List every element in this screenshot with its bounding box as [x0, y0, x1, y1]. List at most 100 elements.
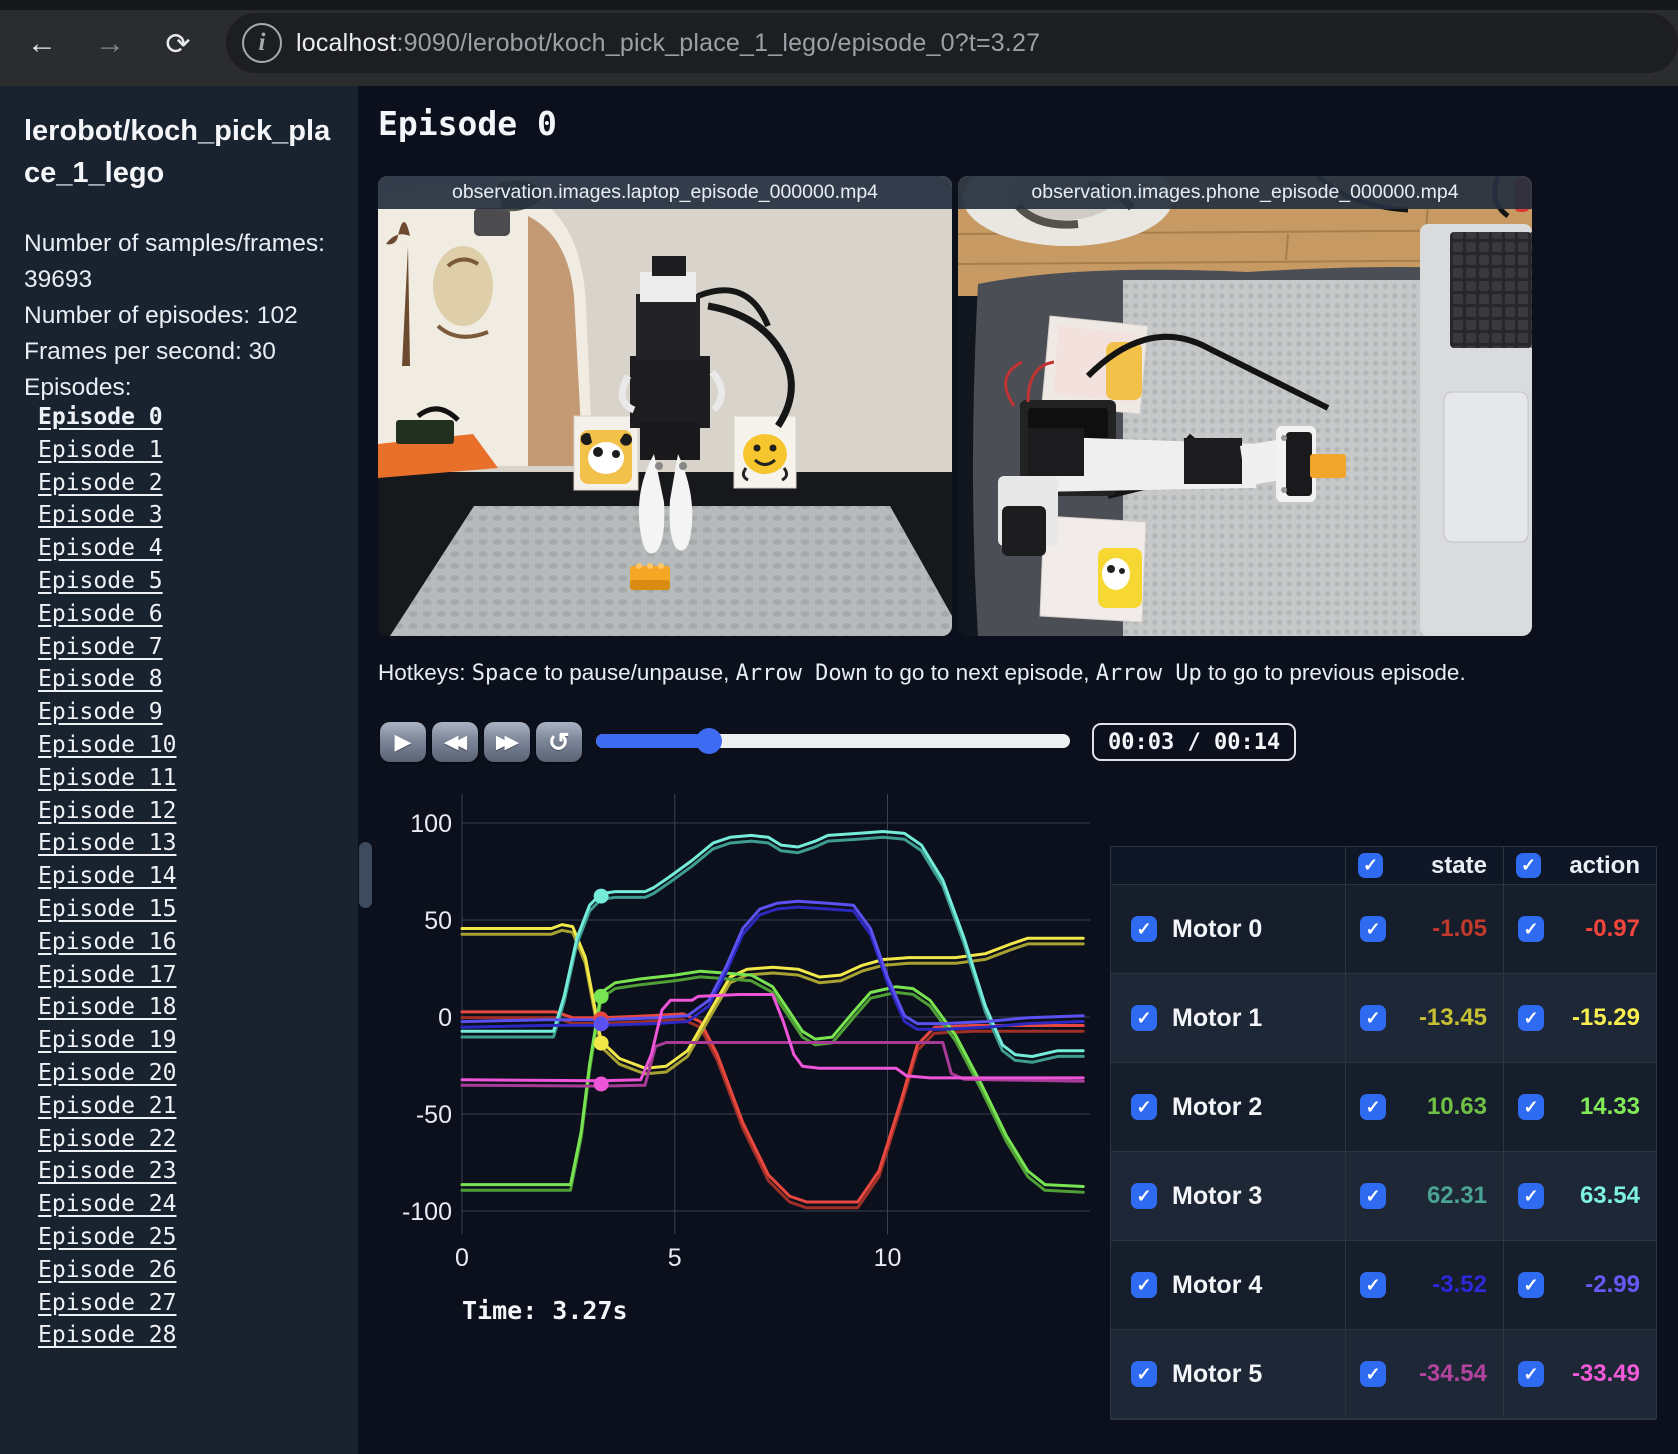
- checkbox[interactable]: ✓: [1131, 1272, 1157, 1298]
- checkbox[interactable]: ✓: [1518, 1361, 1544, 1387]
- episode-list: Episode 0 Episode 1 Episode 2 Episode 3 Epis…: [38, 404, 338, 1355]
- episode-link[interactable]: Episode 10: [38, 732, 338, 765]
- episode-link[interactable]: Episode 28: [38, 1322, 338, 1355]
- motor-state-cell: ✓ -3.52: [1346, 1241, 1504, 1330]
- episode-link[interactable]: Episode 21: [38, 1093, 338, 1126]
- video-title-laptop: observation.images.laptop_episode_000000…: [378, 176, 952, 209]
- motor-name-cell: ✓ Motor 3: [1111, 1152, 1346, 1241]
- episode-link[interactable]: Episode 14: [38, 863, 338, 896]
- fast-forward-button[interactable]: ▶▶: [484, 722, 530, 762]
- current-time-marker: [593, 988, 609, 1004]
- checkbox[interactable]: ✓: [1131, 916, 1157, 942]
- checkbox[interactable]: ✓: [1360, 1361, 1386, 1387]
- episode-link[interactable]: Episode 0: [38, 404, 338, 437]
- seek-slider[interactable]: [596, 728, 1070, 754]
- chart-time-label: Time: 3.27s: [462, 1296, 628, 1325]
- episode-link[interactable]: Episode 1: [38, 437, 338, 470]
- motor-state-cell: ✓ -13.45: [1346, 974, 1504, 1063]
- episode-link[interactable]: Episode 17: [38, 962, 338, 995]
- episode-link[interactable]: Episode 24: [38, 1191, 338, 1224]
- checkbox[interactable]: ✓: [1131, 1094, 1157, 1120]
- dataset-title: lerobot/koch_pick_place_1_lego: [24, 115, 331, 190]
- y-axis-tick: -50: [416, 1101, 452, 1129]
- motor-state-cell: ✓ -1.05: [1346, 885, 1504, 974]
- browser-back-icon[interactable]: ←: [20, 22, 64, 66]
- action-value: -2.99: [1585, 1271, 1640, 1298]
- video-laptop-camera[interactable]: observation.images.laptop_episode_000000…: [378, 176, 952, 636]
- sidebar-resize-handle[interactable]: [359, 842, 372, 908]
- space-key: Space: [471, 661, 539, 686]
- checkbox[interactable]: ✓: [1131, 1005, 1157, 1031]
- play-button[interactable]: ▶: [380, 722, 426, 762]
- motor-name-cell: ✓ Motor 2: [1111, 1063, 1346, 1152]
- episode-link[interactable]: Episode 18: [38, 994, 338, 1027]
- checkbox[interactable]: ✓: [1131, 1183, 1157, 1209]
- episode-link[interactable]: Episode 2: [38, 470, 338, 503]
- smiley-box: [733, 415, 797, 489]
- checkbox[interactable]: ✓: [1360, 1005, 1386, 1031]
- rewind-button[interactable]: ◀◀: [432, 722, 478, 762]
- site-info-icon[interactable]: i: [242, 23, 282, 63]
- browser-top-strip: [0, 0, 1678, 10]
- loop-button[interactable]: ↻: [536, 722, 582, 762]
- browser-forward-icon[interactable]: →: [88, 22, 132, 66]
- episode-link[interactable]: Episode 27: [38, 1290, 338, 1323]
- time-display: 00:03 / 00:14: [1092, 723, 1297, 761]
- y-axis-tick: 50: [424, 907, 452, 935]
- checkbox[interactable]: ✓: [1518, 1005, 1544, 1031]
- episode-link[interactable]: Episode 5: [38, 568, 338, 601]
- motor-chart[interactable]: 100500-50-1000 5 10: [378, 786, 1092, 1352]
- seek-slider-thumb[interactable]: [695, 728, 722, 754]
- episode-link[interactable]: Episode 23: [38, 1158, 338, 1191]
- episode-link[interactable]: Episode 20: [38, 1060, 338, 1093]
- browser-reload-icon[interactable]: ⟳: [156, 22, 200, 66]
- episode-link[interactable]: Episode 16: [38, 929, 338, 962]
- motor-state-cell: ✓ -34.54: [1346, 1330, 1504, 1419]
- episode-link[interactable]: Episode 13: [38, 830, 338, 863]
- episode-link[interactable]: Episode 11: [38, 765, 338, 798]
- episode-link[interactable]: Episode 9: [38, 699, 338, 732]
- episode-link[interactable]: Episode 7: [38, 634, 338, 667]
- episode-link[interactable]: Episode 8: [38, 666, 338, 699]
- action-value: 63.54: [1579, 1182, 1640, 1209]
- motor-name-cell: ✓ Motor 1: [1111, 974, 1346, 1063]
- motor-action-cell: ✓ -2.99: [1504, 1241, 1657, 1330]
- episode-link[interactable]: Episode 4: [38, 535, 338, 568]
- browser-toolbar: ← → ⟳ i localhost:9090/lerobot/koch_pick…: [0, 0, 1678, 86]
- checkbox[interactable]: ✓: [1360, 1094, 1386, 1120]
- checkbox[interactable]: ✓: [1518, 916, 1544, 942]
- checkbox[interactable]: ✓: [1518, 1183, 1544, 1209]
- episode-link[interactable]: Episode 15: [38, 896, 338, 929]
- episode-link[interactable]: Episode 19: [38, 1027, 338, 1060]
- table-header-state: ✓ state: [1346, 847, 1504, 885]
- video-phone-camera[interactable]: observation.images.phone_episode_000000.…: [958, 176, 1532, 636]
- motor-label: Motor 1: [1172, 1003, 1263, 1032]
- checkbox[interactable]: ✓: [1360, 916, 1386, 942]
- address-bar[interactable]: i localhost:9090/lerobot/koch_pick_place…: [226, 13, 1678, 73]
- checkbox[interactable]: ✓: [1360, 1183, 1386, 1209]
- checkbox[interactable]: ✓: [1518, 1094, 1544, 1120]
- episode-link[interactable]: Episode 6: [38, 601, 338, 634]
- motor-action-cell: ✓ 63.54: [1504, 1152, 1657, 1241]
- y-axis-tick: 100: [410, 810, 452, 838]
- checkbox[interactable]: ✓: [1518, 1272, 1544, 1298]
- checkbox[interactable]: ✓: [1131, 1361, 1157, 1387]
- x-axis-tick: 5: [668, 1244, 682, 1272]
- x-axis-tick: 10: [874, 1244, 902, 1272]
- action-value: 14.33: [1579, 1093, 1640, 1120]
- arrow-down-key: Arrow Down: [735, 661, 869, 686]
- episode-link[interactable]: Episode 25: [38, 1224, 338, 1257]
- checkbox[interactable]: ✓: [1516, 853, 1541, 878]
- table-header-empty: [1111, 847, 1346, 885]
- state-value: -1.05: [1432, 915, 1487, 942]
- episode-link[interactable]: Episode 22: [38, 1126, 338, 1159]
- episode-link[interactable]: Episode 26: [38, 1257, 338, 1290]
- x-axis-tick: 0: [455, 1244, 469, 1272]
- y-axis-tick: 0: [438, 1004, 452, 1032]
- episodes-count: Number of episodes: 102: [24, 302, 298, 329]
- checkbox[interactable]: ✓: [1358, 853, 1383, 878]
- episode-link[interactable]: Episode 12: [38, 798, 338, 831]
- lego-brick-top: [1310, 454, 1346, 478]
- checkbox[interactable]: ✓: [1360, 1272, 1386, 1298]
- episode-link[interactable]: Episode 3: [38, 502, 338, 535]
